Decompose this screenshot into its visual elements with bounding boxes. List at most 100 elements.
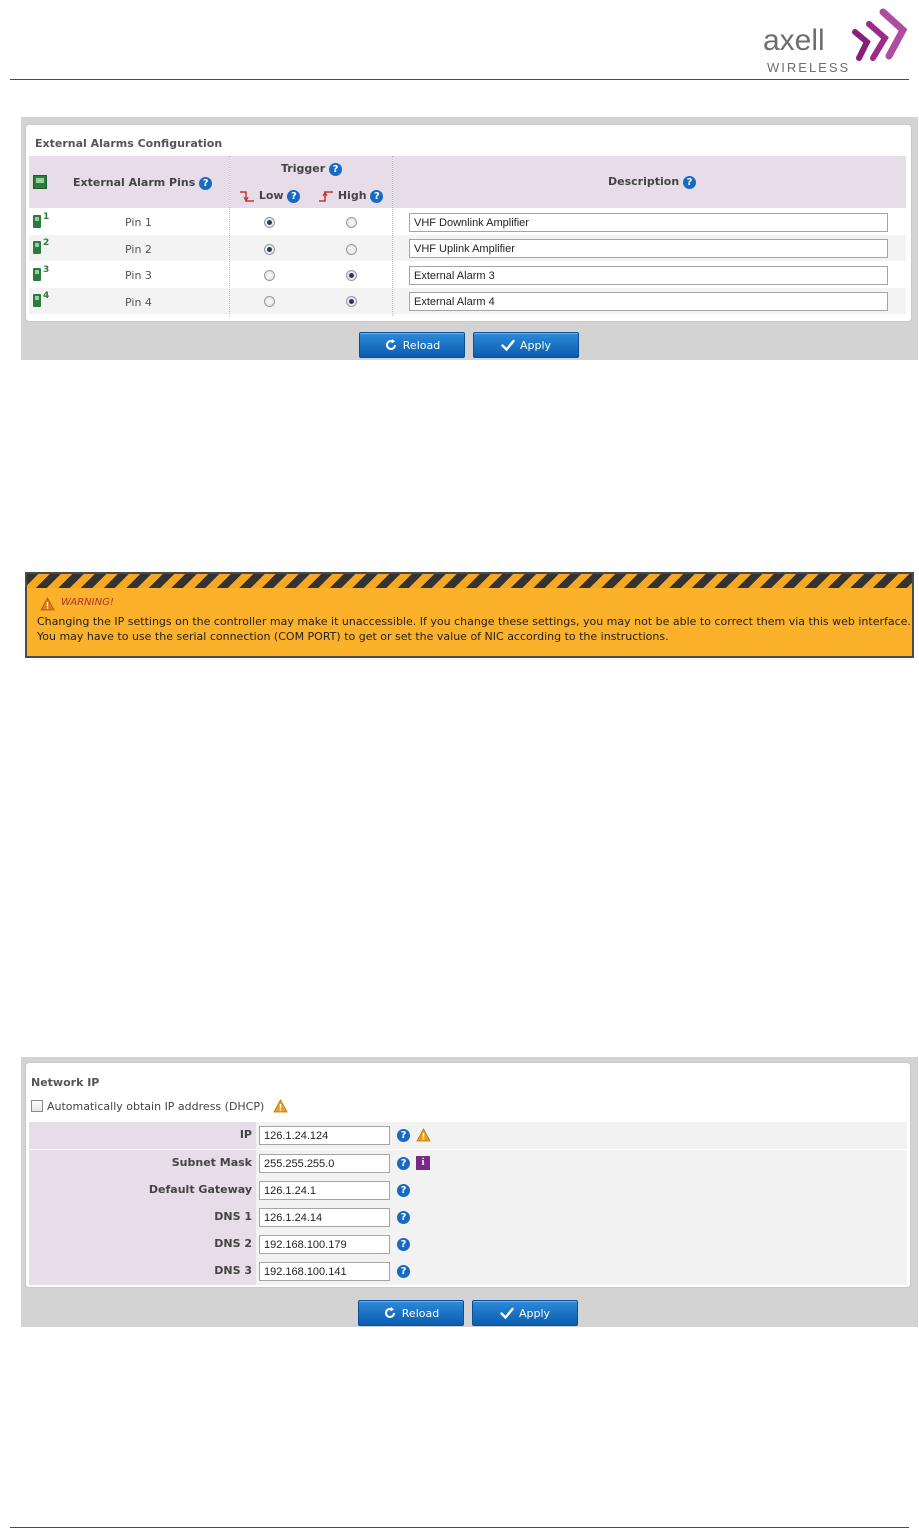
pins-header-text: External Alarm Pins (73, 176, 196, 189)
pin-label: Pin 1 (125, 216, 152, 229)
field-label-cell: IP (29, 1122, 256, 1149)
high-help-icon[interactable]: ? (370, 189, 384, 203)
dns-2-input[interactable]: 192.168.100.179 (259, 1235, 390, 1254)
ip-help-icon[interactable]: ? (397, 1129, 410, 1142)
default-gateway-label: Default Gateway (148, 1183, 252, 1196)
dns-3-input[interactable]: 192.168.100.141 (259, 1262, 390, 1281)
alarm-row-1: 1 Pin 1 VHF Downlink Amplifier (29, 209, 906, 235)
network-reload-button[interactable]: Reload (358, 1300, 464, 1326)
subnet-mask-input[interactable]: 255.255.255.0 (259, 1154, 390, 1173)
warning-icon (40, 597, 55, 611)
default-gateway-help-icon[interactable]: ? (397, 1184, 410, 1197)
field-label-cell: DNS 1 (29, 1204, 256, 1231)
dhcp-checkbox[interactable] (31, 1100, 43, 1112)
description-help-icon[interactable]: ? (683, 175, 696, 189)
pin-label: Pin 2 (125, 243, 152, 256)
hazard-stripes (27, 574, 912, 588)
warning-banner: WARNING! Changing the IP settings on the… (25, 572, 914, 658)
column-divider (392, 156, 393, 316)
trigger-high-radio[interactable] (346, 296, 357, 307)
dns-1-label: DNS 1 (214, 1210, 252, 1223)
checkmark-icon (501, 339, 515, 352)
alarms-apply-button[interactable]: Apply (473, 332, 579, 358)
dns-1-input[interactable]: 126.1.24.14 (259, 1208, 390, 1227)
pin-chip-number: 1 (43, 212, 50, 222)
pin-chip-icon (33, 268, 41, 281)
alarm-row-2: 2 Pin 2 VHF Uplink Amplifier (29, 235, 906, 261)
field-row-default-gateway: Default Gateway 126.1.24.1 ? (29, 1177, 907, 1204)
description-input[interactable]: VHF Downlink Amplifier (409, 213, 888, 232)
high-header-label: High ? (318, 189, 384, 203)
description-input[interactable]: External Alarm 3 (409, 266, 888, 285)
axell-wireless-logo: axell WIRELESS (761, 2, 911, 76)
pins-help-icon[interactable]: ? (199, 176, 213, 190)
field-label-cell: Default Gateway (29, 1177, 256, 1204)
dhcp-warning-icon (273, 1099, 288, 1113)
pin-chip-icon (33, 241, 41, 254)
pin-chip-icon (33, 294, 41, 307)
description-input[interactable]: External Alarm 4 (409, 292, 888, 311)
subnet-mask-help-icon[interactable]: ? (397, 1157, 410, 1170)
checkmark-icon (500, 1307, 514, 1320)
low-help-icon[interactable]: ? (287, 189, 301, 203)
apply-label: Apply (519, 338, 552, 352)
field-label-cell: DNS 2 (29, 1231, 256, 1258)
dns-2-help-icon[interactable]: ? (397, 1238, 410, 1251)
description-input[interactable]: VHF Uplink Amplifier (409, 239, 888, 258)
network-apply-button[interactable]: Apply (472, 1300, 578, 1326)
dns-2-label: DNS 2 (214, 1237, 252, 1250)
high-header-text: High (337, 189, 367, 202)
pins-header-label: External Alarm Pins ? (73, 176, 213, 190)
apply-label: Apply (518, 1306, 551, 1320)
reload-icon (384, 1307, 395, 1318)
brand-chevrons-icon (852, 8, 908, 61)
trigger-high-radio[interactable] (346, 217, 357, 228)
trigger-low-radio[interactable] (264, 217, 275, 228)
rising-edge-icon (319, 190, 333, 202)
reload-icon (385, 339, 396, 350)
subnet-mask-info-icon[interactable]: i (416, 1156, 430, 1170)
pins-chip-icon (33, 175, 47, 189)
alarm-row-4: 4 Pin 4 External Alarm 4 (29, 288, 906, 314)
trigger-low-radio[interactable] (264, 296, 275, 307)
alarms-title: External Alarms Configuration (35, 137, 223, 150)
pin-label: Pin 4 (125, 296, 152, 309)
field-row-subnet-mask: Subnet Mask 255.255.255.0 ? i (29, 1150, 907, 1177)
trigger-high-radio[interactable] (346, 270, 357, 281)
trigger-high-radio[interactable] (346, 244, 357, 255)
trigger-help-icon[interactable]: ? (328, 162, 342, 176)
trigger-header-text: Trigger (281, 162, 326, 175)
default-gateway-input[interactable]: 126.1.24.1 (259, 1181, 390, 1200)
dns-3-label: DNS 3 (214, 1264, 252, 1277)
column-divider (229, 156, 230, 316)
brand-name: axell (763, 24, 825, 57)
header-rule (10, 79, 909, 80)
pin-label: Pin 3 (125, 269, 152, 282)
dhcp-label: Automatically obtain IP address (DHCP) (47, 1100, 265, 1113)
pin-chip-number: 2 (43, 238, 50, 248)
low-header-text: Low (258, 189, 284, 202)
alarm-row-3: 3 Pin 3 External Alarm 3 (29, 262, 906, 288)
reload-label: Reload (401, 1306, 440, 1320)
network-title: Network IP (31, 1076, 100, 1089)
alarms-reload-button[interactable]: Reload (359, 332, 465, 358)
low-header-label: Low ? (239, 189, 301, 203)
description-header-label: Description ? (608, 175, 696, 189)
ip-warning-icon (416, 1128, 431, 1142)
field-label-cell: DNS 3 (29, 1258, 256, 1285)
field-row-dns-3: DNS 3 192.168.100.141 ? (29, 1258, 907, 1285)
brand-sub: WIRELESS (767, 60, 851, 75)
field-row-dns-2: DNS 2 192.168.100.179 ? (29, 1231, 907, 1258)
warning-title: WARNING! (61, 597, 114, 608)
field-row-dns-1: DNS 1 126.1.24.14 ? (29, 1204, 907, 1231)
pin-chip-number: 4 (43, 291, 50, 301)
field-label-cell: Subnet Mask (29, 1150, 256, 1177)
pin-chip-icon (33, 215, 41, 228)
dns-1-help-icon[interactable]: ? (397, 1211, 410, 1224)
trigger-low-radio[interactable] (264, 244, 275, 255)
dns-3-help-icon[interactable]: ? (397, 1265, 410, 1278)
ip-label: IP (239, 1128, 252, 1141)
subnet-mask-label: Subnet Mask (171, 1156, 252, 1169)
ip-input[interactable]: 126.1.24.124 (259, 1126, 390, 1145)
trigger-low-radio[interactable] (264, 270, 275, 281)
